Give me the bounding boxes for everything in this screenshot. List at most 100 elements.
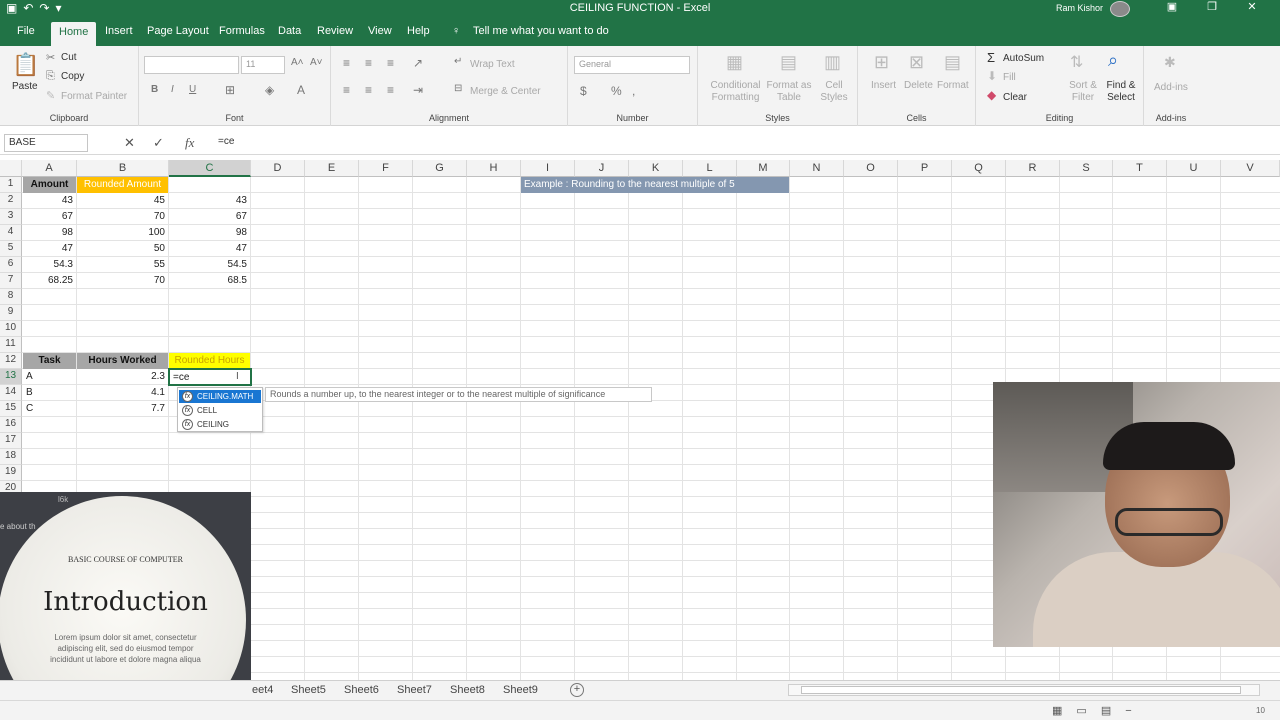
search-icon[interactable]: ⌕ xyxy=(1108,50,1118,71)
currency-button[interactable]: $ xyxy=(580,84,587,98)
increase-font-icon[interactable]: A˄ xyxy=(291,57,304,68)
table-cell[interactable]: 54.3 xyxy=(23,257,76,273)
sheet-tab[interactable]: Sheet7 xyxy=(397,684,432,696)
column-header[interactable]: F xyxy=(359,160,413,177)
sheet-tab[interactable]: Sheet9 xyxy=(503,684,538,696)
copy-button[interactable]: Copy xyxy=(61,71,84,82)
align-left-icon[interactable]: ≡ xyxy=(343,83,350,97)
restore-icon[interactable]: ❐ xyxy=(1192,0,1232,13)
table-cell[interactable]: 70 xyxy=(77,273,168,289)
align-right-icon[interactable]: ≡ xyxy=(387,83,394,97)
copy-icon[interactable]: ⎘ xyxy=(46,70,55,83)
sort-filter-button[interactable]: Sort & Filter xyxy=(1066,80,1100,104)
column-header[interactable]: S xyxy=(1060,160,1113,177)
zoom-out-icon[interactable]: − xyxy=(1125,705,1145,717)
page-layout-view-icon[interactable]: ▭ xyxy=(1076,705,1100,717)
tab-data[interactable]: Data xyxy=(278,25,301,37)
align-center-icon[interactable]: ≡ xyxy=(365,83,372,97)
tab-home[interactable]: Home xyxy=(51,22,97,46)
italic-button[interactable]: I xyxy=(171,84,174,95)
tab-review[interactable]: Review xyxy=(317,25,353,37)
table-cell[interactable]: 43 xyxy=(169,193,250,209)
underline-button[interactable]: U xyxy=(189,84,196,95)
wrap-text-button[interactable]: Wrap Text xyxy=(470,59,515,70)
user-name[interactable]: Ram Kishor xyxy=(1056,3,1103,13)
table-header[interactable]: Rounded Amount xyxy=(77,177,168,193)
cut-button[interactable]: Cut xyxy=(61,52,77,63)
cancel-icon[interactable]: ✕ xyxy=(124,135,135,151)
column-header[interactable]: J xyxy=(575,160,629,177)
delete-cells-button[interactable]: Delete xyxy=(904,80,933,91)
row-header[interactable]: 5 xyxy=(0,241,22,257)
table-cell[interactable]: 2.3 xyxy=(77,369,168,385)
column-header[interactable]: D xyxy=(251,160,305,177)
row-header[interactable]: 3 xyxy=(0,209,22,225)
autosum-button[interactable]: AutoSum xyxy=(1003,53,1044,64)
column-header[interactable]: M xyxy=(737,160,790,177)
table-cell[interactable]: 70 xyxy=(77,209,168,225)
table-cell[interactable]: 47 xyxy=(169,241,250,257)
row-header[interactable]: 7 xyxy=(0,273,22,289)
name-box[interactable]: BASE xyxy=(4,134,88,152)
table-cell[interactable]: B xyxy=(23,385,76,401)
autocomplete-item[interactable]: fx CEILING.MATH xyxy=(179,390,261,403)
table-cell[interactable]: 67 xyxy=(169,209,250,225)
table-cell[interactable]: 68.5 xyxy=(169,273,250,289)
wrap-text-icon[interactable]: ↵ xyxy=(454,56,462,67)
tell-me-search[interactable]: Tell me what you want to do xyxy=(473,25,609,37)
row-header[interactable]: 12 xyxy=(0,353,22,369)
column-header[interactable]: K xyxy=(629,160,683,177)
orientation-icon[interactable]: ↗ xyxy=(413,56,423,70)
table-header[interactable]: Hours Worked xyxy=(77,353,168,369)
sheet-tab[interactable]: Sheet6 xyxy=(344,684,379,696)
conditional-formatting-icon[interactable]: ▦ xyxy=(726,52,743,73)
row-header[interactable]: 14 xyxy=(0,385,22,401)
merge-icon[interactable]: ⊟ xyxy=(454,83,462,94)
close-icon[interactable]: ✕ xyxy=(1232,0,1272,13)
row-header[interactable]: 15 xyxy=(0,401,22,417)
table-cell[interactable]: 67 xyxy=(23,209,76,225)
formula-input[interactable]: =ce xyxy=(218,136,234,147)
format-painter-button[interactable]: Format Painter xyxy=(61,91,127,102)
row-header[interactable]: 10 xyxy=(0,321,22,337)
tab-help[interactable]: Help xyxy=(407,25,430,37)
percent-button[interactable]: % xyxy=(611,84,622,98)
select-all-corner[interactable] xyxy=(0,160,22,177)
table-cell[interactable]: A xyxy=(23,369,76,385)
decrease-font-icon[interactable]: A˅ xyxy=(310,57,323,68)
table-cell[interactable]: 45 xyxy=(77,193,168,209)
row-header[interactable]: 11 xyxy=(0,337,22,353)
column-header[interactable]: E xyxy=(305,160,359,177)
row-header[interactable]: 16 xyxy=(0,417,22,433)
indent-icon[interactable]: ⇥ xyxy=(413,83,423,97)
font-color-icon[interactable]: A xyxy=(297,83,305,97)
align-middle-icon[interactable]: ≡ xyxy=(365,56,372,70)
column-header[interactable]: G xyxy=(413,160,467,177)
normal-view-icon[interactable]: ▦ xyxy=(1052,705,1076,717)
column-header[interactable]: C xyxy=(169,160,251,177)
borders-icon[interactable]: ⊞ xyxy=(225,83,235,97)
table-header[interactable]: Task xyxy=(23,353,76,369)
conditional-formatting-button[interactable]: Conditional Formatting xyxy=(708,80,763,104)
insert-cells-icon[interactable]: ⊞ xyxy=(874,52,889,73)
row-header[interactable]: 1 xyxy=(0,177,22,193)
sheet-tab[interactable]: eet4 xyxy=(252,684,273,696)
column-header[interactable]: L xyxy=(683,160,737,177)
format-cells-icon[interactable]: ▤ xyxy=(944,52,961,73)
row-header[interactable]: 13 xyxy=(0,369,22,385)
format-as-table-button[interactable]: Format as Table xyxy=(764,80,814,104)
clear-button[interactable]: Clear xyxy=(1003,92,1027,103)
autocomplete-item[interactable]: fx CELL xyxy=(179,404,261,417)
table-cell[interactable]: 98 xyxy=(23,225,76,241)
row-header[interactable]: 9 xyxy=(0,305,22,321)
table-cell[interactable]: 4.1 xyxy=(77,385,168,401)
fill-button[interactable]: Fill xyxy=(1003,72,1016,83)
row-header[interactable]: 4 xyxy=(0,225,22,241)
font-size-field[interactable]: 11 xyxy=(241,56,285,74)
find-select-button[interactable]: Find & Select xyxy=(1101,80,1141,104)
merge-center-button[interactable]: Merge & Center xyxy=(470,86,541,97)
column-header[interactable]: U xyxy=(1167,160,1221,177)
addins-button[interactable]: Add-ins xyxy=(1154,82,1188,93)
horizontal-scrollbar[interactable] xyxy=(788,684,1260,696)
number-format-field[interactable]: General xyxy=(574,56,690,74)
